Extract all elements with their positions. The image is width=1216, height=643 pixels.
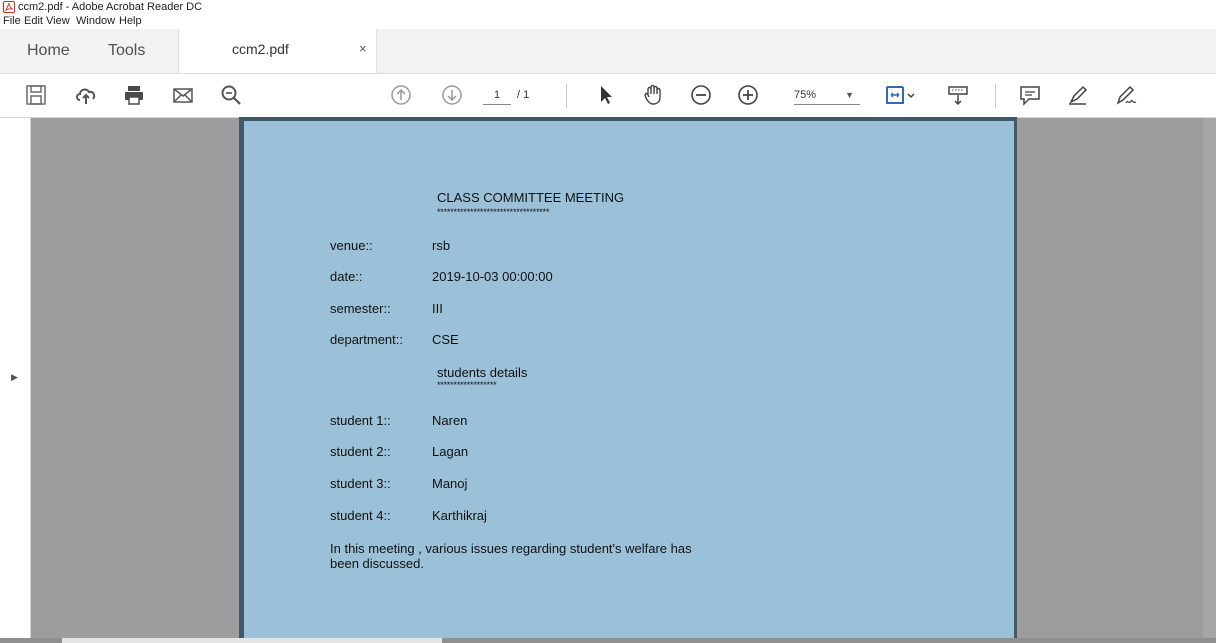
student-3-value: Manoj <box>432 476 468 491</box>
section-heading: students details <box>437 365 528 380</box>
semester-label: semester:: <box>330 301 391 316</box>
semester-value: III <box>432 301 443 316</box>
title-underline: ********************************** <box>437 207 550 217</box>
email-icon[interactable] <box>171 83 195 107</box>
summary-line-1: In this meeting , various issues regardi… <box>330 541 692 556</box>
student-1-value: Naren <box>432 413 468 428</box>
hand-icon[interactable] <box>641 83 665 107</box>
expand-pane-icon[interactable]: ▶ <box>11 372 18 383</box>
tab-tools[interactable]: Tools <box>108 29 145 73</box>
vertical-scrollbar[interactable] <box>1203 118 1216 643</box>
page-total: / 1 <box>517 89 530 101</box>
zoom-search-icon[interactable] <box>219 83 243 107</box>
highlight-icon[interactable] <box>1066 83 1090 107</box>
student-4-value: Karthikraj <box>432 508 487 523</box>
student-2-value: Lagan <box>432 444 469 459</box>
zoom-in-icon[interactable] <box>736 83 760 107</box>
chevron-down-icon: ▼ <box>845 90 854 100</box>
save-icon[interactable] <box>24 83 48 107</box>
window-title: ccm2.pdf - Adobe Acrobat Reader DC <box>18 1 203 13</box>
tab-document-label: ccm2.pdf <box>232 41 289 57</box>
venue-label: venue:: <box>330 238 373 253</box>
menu-bar: File Edit View Window Help <box>0 14 1216 29</box>
department-label: department:: <box>330 332 403 347</box>
department-value: CSE <box>432 332 459 347</box>
menu-edit[interactable]: Edit <box>24 14 43 29</box>
sign-icon[interactable] <box>1114 83 1138 107</box>
upload-icon[interactable] <box>74 83 98 107</box>
summary-line-2: been discussed. <box>330 556 424 571</box>
menu-file[interactable]: File <box>3 14 21 29</box>
close-tab-button[interactable]: × <box>359 29 367 69</box>
date-label: date:: <box>330 269 363 284</box>
document-title: CLASS COMMITTEE MEETING <box>437 190 625 205</box>
pdf-page: CLASS COMMITTEE MEETING ****************… <box>244 121 1014 643</box>
horizontal-scrollbar[interactable] <box>0 638 1216 643</box>
tab-document[interactable]: ccm2.pdf × <box>178 29 377 74</box>
section-underline: ****************** <box>437 380 497 390</box>
title-bar: ccm2.pdf - Adobe Acrobat Reader DC <box>0 0 1216 14</box>
fit-page-icon[interactable] <box>884 83 916 107</box>
date-value: 2019-10-03 00:00:00 <box>432 269 553 284</box>
student-3-label: student 3:: <box>330 476 391 491</box>
left-pane: ▶ <box>0 118 31 643</box>
pdf-icon <box>3 1 15 13</box>
toolbar-separator <box>566 84 567 108</box>
toolbar-separator <box>995 84 996 108</box>
scroll-mode-icon[interactable] <box>946 83 970 107</box>
venue-value: rsb <box>432 238 451 253</box>
zoom-out-icon[interactable] <box>689 83 713 107</box>
zoom-value: 75% <box>794 89 817 101</box>
zoom-dropdown[interactable]: 75% ▼ <box>794 86 860 105</box>
print-icon[interactable] <box>122 83 146 107</box>
student-4-label: student 4:: <box>330 508 391 523</box>
previous-page-icon[interactable] <box>389 83 413 107</box>
select-cursor-icon[interactable] <box>594 83 618 107</box>
page-number-input[interactable]: 1 <box>483 86 511 105</box>
student-2-label: student 2:: <box>330 444 391 459</box>
menu-help[interactable]: Help <box>119 14 142 29</box>
tab-bar: Home Tools ccm2.pdf × <box>0 29 1216 74</box>
scrollbar-thumb[interactable] <box>62 638 442 643</box>
tab-home[interactable]: Home <box>27 29 70 73</box>
student-1-label: student 1:: <box>330 413 391 428</box>
comment-icon[interactable] <box>1018 83 1042 107</box>
toolbar: 1 / 1 75% ▼ <box>0 74 1216 118</box>
next-page-icon[interactable] <box>440 83 464 107</box>
menu-window[interactable]: Window <box>76 14 115 29</box>
menu-view[interactable]: View <box>46 14 70 29</box>
